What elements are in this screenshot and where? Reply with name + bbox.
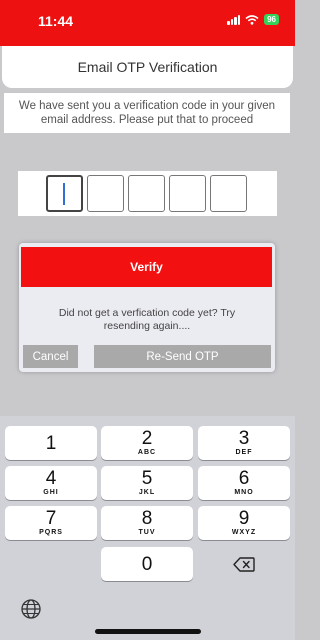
backspace-icon <box>233 556 255 572</box>
signal-icon <box>227 14 241 25</box>
status-bar: 11:44 96 <box>0 0 295 46</box>
verify-button[interactable]: Verify <box>21 247 272 287</box>
battery-icon: 96 <box>264 14 279 25</box>
key-digit: 4 <box>45 468 57 489</box>
key-digit: 9 <box>238 508 250 529</box>
otp-digit-1[interactable] <box>46 175 83 212</box>
otp-digit-5[interactable] <box>210 175 247 212</box>
key-6[interactable]: 6 MNO <box>198 466 290 500</box>
key-0[interactable]: 0 <box>101 547 193 581</box>
globe-key[interactable] <box>20 598 42 620</box>
otp-digit-2[interactable] <box>87 175 124 212</box>
verify-dialog: Verify Did not get a verfication code ye… <box>19 243 275 372</box>
otp-digit-4[interactable] <box>169 175 206 212</box>
status-icons: 96 <box>227 14 279 25</box>
key-4[interactable]: 4 GHI <box>5 466 97 500</box>
key-digit: 0 <box>141 553 153 575</box>
key-letters: WXYZ <box>231 529 257 536</box>
globe-icon <box>21 599 41 619</box>
info-message: We have sent you a verification code in … <box>4 93 290 133</box>
home-indicator <box>95 629 201 634</box>
numeric-keyboard: 1 2 ABC 3 DEF 4 GHI 5 JKL 6 MNO 7 PQRS 8… <box>0 416 295 640</box>
otp-input-row <box>18 171 277 216</box>
key-5[interactable]: 5 JKL <box>101 466 193 500</box>
key-digit: 8 <box>141 508 153 529</box>
key-letters: TUV <box>138 529 156 536</box>
key-letters: ABC <box>137 449 157 456</box>
nav-header: Email OTP Verification <box>2 46 293 88</box>
key-3[interactable]: 3 DEF <box>198 426 290 460</box>
key-2[interactable]: 2 ABC <box>101 426 193 460</box>
key-digit: 2 <box>141 428 153 449</box>
key-digit: 7 <box>45 508 57 529</box>
key-letters: JKL <box>138 489 156 496</box>
key-digit: 1 <box>45 432 57 454</box>
key-letters: GHI <box>43 489 59 496</box>
info-message-text: We have sent you a verification code in … <box>18 100 276 126</box>
key-digit: 3 <box>238 428 250 449</box>
resend-otp-button[interactable]: Re-Send OTP <box>94 345 271 368</box>
otp-digit-3[interactable] <box>128 175 165 212</box>
resend-prompt-text: Did not get a verfication code yet? Try … <box>58 307 236 332</box>
status-time: 11:44 <box>38 13 74 29</box>
key-digit: 6 <box>238 468 250 489</box>
key-8[interactable]: 8 TUV <box>101 506 193 540</box>
key-digit: 5 <box>141 468 153 489</box>
key-9[interactable]: 9 WXYZ <box>198 506 290 540</box>
key-letters: DEF <box>235 449 253 456</box>
key-7[interactable]: 7 PQRS <box>5 506 97 540</box>
key-1[interactable]: 1 <box>5 426 97 460</box>
cancel-button[interactable]: Cancel <box>23 345 78 368</box>
page-title: Email OTP Verification <box>77 59 218 75</box>
key-letters: PQRS <box>39 529 63 536</box>
wifi-icon <box>245 14 259 25</box>
key-letters: MNO <box>234 489 254 496</box>
backspace-key[interactable] <box>198 547 290 581</box>
